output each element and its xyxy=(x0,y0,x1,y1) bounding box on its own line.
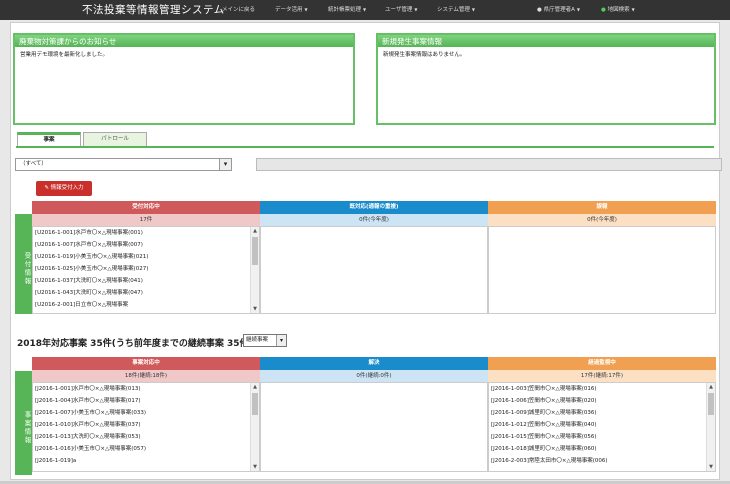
list-item[interactable]: [J2016-1-006]笠間市〇×△現場事案(020) xyxy=(489,395,715,407)
caret-down-icon: ▼ xyxy=(363,7,367,12)
scroll-up-icon[interactable]: ▲ xyxy=(707,383,715,391)
list-item[interactable]: [U2016-1-025]小美玉市〇×△現場事案(027) xyxy=(33,263,259,275)
reception-count-duplicate: 0件(今年度) xyxy=(260,214,488,226)
scroll-thumb[interactable] xyxy=(252,393,258,415)
list-item[interactable]: [U2016-2-001]日立市〇×△現場事案 xyxy=(33,299,259,311)
caret-down-icon: ▼ xyxy=(576,7,580,12)
case-count-monitoring: 17件(継続:17件) xyxy=(488,370,716,382)
list-item[interactable]: [J2016-1-019]a xyxy=(33,455,259,467)
nav-stats[interactable]: 統計帳票処理 ▼ xyxy=(328,5,366,13)
case-header-active: 事案対応中 xyxy=(32,357,260,370)
notice-panel-body: 営業用デモ環境を最新化しました。 xyxy=(20,52,109,58)
scroll-down-icon[interactable]: ▼ xyxy=(251,305,259,313)
scroll-thumb[interactable] xyxy=(708,393,714,415)
map-pin-icon: ● xyxy=(601,7,606,13)
scroll-down-icon[interactable]: ▼ xyxy=(251,463,259,471)
reception-count-active: 17件 xyxy=(32,214,260,226)
list-item[interactable]: [J2016-1-003]笠間市〇×△現場事案(016) xyxy=(489,383,715,395)
list-item[interactable]: [J2016-1-013]大洗町〇×△現場事案(053) xyxy=(33,431,259,443)
scroll-down-icon[interactable]: ▼ xyxy=(707,463,715,471)
list-item[interactable]: [J2016-1-007]小美玉市〇×△現場事案(033) xyxy=(33,407,259,419)
info-input-button[interactable]: ✎ 情報受付入力 xyxy=(36,181,92,196)
list-item[interactable]: [J2016-2-003]常陸太田市〇×△現場事案(006) xyxy=(489,455,715,467)
nav-back[interactable]: メインに戻る xyxy=(222,5,255,13)
new-case-panel: 新規発生事案情報 新規発生事案情報はありません。 xyxy=(376,33,716,125)
scrollbar[interactable]: ▲ ▼ xyxy=(250,227,259,313)
list-item[interactable]: [U2016-1-019]小美玉市〇×△現場事案(021) xyxy=(33,251,259,263)
search-bar[interactable] xyxy=(256,158,722,171)
new-case-panel-title: 新規発生事案情報 xyxy=(378,35,714,47)
case-header-resolved: 解決 xyxy=(260,357,488,370)
case-list-resolved xyxy=(260,382,488,472)
scroll-thumb[interactable] xyxy=(252,237,258,265)
case-list-active: [J2016-1-001]水戸市〇×△現場事案(013) [J2016-1-00… xyxy=(32,382,260,472)
list-item[interactable]: [U2016-1-037]大洗町〇×△現場事案(041) xyxy=(33,275,259,287)
edit-icon: ✎ xyxy=(44,185,49,191)
reception-list-active: [U2016-1-001]水戸市〇×△現場事案(001) [U2016-1-00… xyxy=(32,226,260,314)
tab-patrol[interactable]: パトロール xyxy=(83,132,147,146)
reception-header-active: 受付対応中 xyxy=(32,201,260,214)
scroll-up-icon[interactable]: ▲ xyxy=(251,227,259,235)
reception-list-duplicate xyxy=(260,226,488,314)
list-item[interactable]: [U2016-1-007]水戸市〇×△現場事案(007) xyxy=(33,239,259,251)
list-item[interactable]: [J2016-1-001]水戸市〇×△現場事案(013) xyxy=(33,383,259,395)
nav-users[interactable]: ユーザ管理 ▼ xyxy=(385,5,417,13)
user-icon: ● xyxy=(537,7,542,13)
nav-user-menu[interactable]: ● 県庁管理者A ▼ xyxy=(537,5,580,13)
reception-list-false-report xyxy=(488,226,716,314)
new-case-panel-body: 新規発生事案情報はありません。 xyxy=(383,52,466,58)
case-list-monitoring: [J2016-1-003]笠間市〇×△現場事案(016) [J2016-1-00… xyxy=(488,382,716,472)
list-item[interactable]: [U2016-1-001]水戸市〇×△現場事案(001) xyxy=(33,227,259,239)
case-header-monitoring: 経過監視中 xyxy=(488,357,716,370)
tab-cases[interactable]: 事案 xyxy=(17,132,81,146)
list-item[interactable]: [U2016-1-043]大洗町〇×△現場事案(047) xyxy=(33,287,259,299)
list-item[interactable]: [J2016-1-010]水戸市〇×△現場事案(037) xyxy=(33,419,259,431)
app-title: 不法投棄等情報管理システム xyxy=(82,4,225,16)
notice-panel: 廃棄物対策課からのお知らせ 営業用デモ環境を最新化しました。 xyxy=(13,33,355,125)
reception-section-label: 受付情報 xyxy=(15,214,32,314)
nav-map-search[interactable]: ● 地図検索 ▼ xyxy=(601,5,635,13)
scroll-up-icon[interactable]: ▲ xyxy=(251,383,259,391)
notice-panel-title: 廃棄物対策課からのお知らせ xyxy=(15,35,353,47)
caret-down-icon: ▼ xyxy=(304,7,308,12)
list-item[interactable]: [J2016-1-016]小美玉市〇×△現場事案(057) xyxy=(33,443,259,455)
nav-system[interactable]: システム管理 ▼ xyxy=(437,5,475,13)
list-item[interactable]: [J2016-1-015]笠間市〇×△現場事案(056) xyxy=(489,431,715,443)
dropdown-arrow-icon: ▾ xyxy=(219,159,231,170)
list-item[interactable]: [J2016-1-009]城里町〇×△現場事案(036) xyxy=(489,407,715,419)
case-type-select[interactable]: 継続事案 ▾ xyxy=(243,334,287,347)
caret-down-icon: ▼ xyxy=(414,7,418,12)
year-summary-title: 2018年対応事案 35件(うち前年度までの継続事案 35件) xyxy=(17,339,253,349)
list-item[interactable]: [J2016-1-018]城里町〇×△現場事案(060) xyxy=(489,443,715,455)
top-navbar: 不法投棄等情報管理システム メインに戻る データ活用 ▼ 統計帳票処理 ▼ ユーザ管… xyxy=(0,0,730,20)
reception-header-false-report: 誤報 xyxy=(488,201,716,214)
list-item[interactable]: [J2016-1-012]笠間市〇×△現場事案(040) xyxy=(489,419,715,431)
scrollbar[interactable]: ▲ ▼ xyxy=(706,383,715,471)
reception-header-duplicate: 既対応(通報の重複) xyxy=(260,201,488,214)
case-count-resolved: 0件(継続:0件) xyxy=(260,370,488,382)
scrollbar[interactable]: ▲ ▼ xyxy=(250,383,259,471)
main-content: 廃棄物対策課からのお知らせ 営業用デモ環境を最新化しました。 新規発生事案情報 … xyxy=(10,22,722,480)
nav-data[interactable]: データ活用 ▼ xyxy=(275,5,308,13)
caret-down-icon: ▼ xyxy=(631,7,635,12)
reception-count-false-report: 0件(今年度) xyxy=(488,214,716,226)
dropdown-arrow-icon: ▾ xyxy=(276,335,286,346)
case-section-label: 事案情報 xyxy=(15,371,32,475)
case-count-active: 18件(継続:18件) xyxy=(32,370,260,382)
list-item[interactable]: [J2016-1-004]水戸市〇×△現場事案(017) xyxy=(33,395,259,407)
caret-down-icon: ▼ xyxy=(471,7,475,12)
tab-underline xyxy=(16,146,714,148)
category-filter-select[interactable]: （すべて） ▾ xyxy=(15,158,232,171)
